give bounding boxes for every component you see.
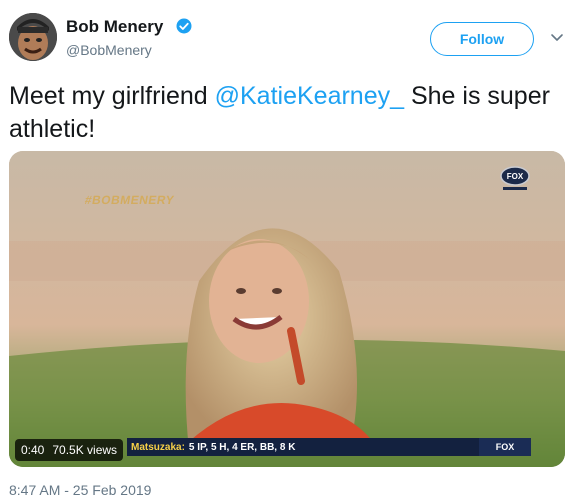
chevron-down-icon[interactable]	[550, 30, 564, 44]
avatar[interactable]	[9, 13, 57, 61]
tweet-timestamp[interactable]: 8:47 AM - 25 Feb 2019	[9, 482, 151, 498]
mention-link[interactable]: @KatieKearney_	[215, 82, 404, 110]
tweet-text-start: Meet my girlfriend	[9, 82, 215, 110]
profile-avatar	[9, 13, 57, 61]
follow-button[interactable]: Follow	[430, 22, 534, 56]
ticker-brand: FOX	[479, 438, 531, 456]
video-info-pill: 0:40 70.5K views	[15, 439, 124, 461]
tweet-text: Meet my girlfriend @KatieKearney_ She is…	[9, 80, 559, 146]
ticker-player: Matsuzaka:	[131, 441, 185, 453]
video-player[interactable]: #BOBMENERY FOX Matsuzaka: 5 IP, 5 H, 4 E…	[9, 151, 565, 467]
ticker-stats: 5 IP, 5 H, 4 ER, BB, 8 K	[188, 441, 296, 453]
video-time: 0:40	[21, 443, 45, 457]
author-name[interactable]: Bob Menery	[66, 17, 163, 37]
video-watermark: #BOBMENERY	[83, 193, 176, 207]
svg-text:FOX: FOX	[507, 172, 524, 181]
author-handle[interactable]: @BobMenery	[66, 42, 152, 58]
video-views: 70.5K views	[52, 443, 118, 457]
score-ticker: Matsuzaka: 5 IP, 5 H, 4 ER, BB, 8 K	[127, 438, 527, 456]
network-logo: FOX	[500, 166, 530, 190]
verified-badge-icon	[176, 18, 192, 34]
